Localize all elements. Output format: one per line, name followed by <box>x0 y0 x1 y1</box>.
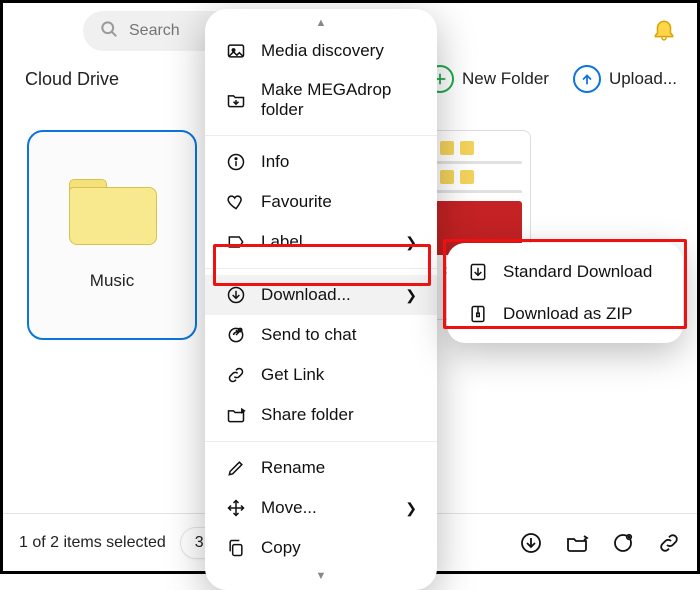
chevron-right-icon: ❯ <box>405 287 417 304</box>
menu-send-to-chat[interactable]: Send to chat <box>205 315 437 355</box>
scroll-down-icon[interactable]: ▼ <box>205 568 437 584</box>
menu-label: Send to chat <box>261 325 356 345</box>
pencil-icon <box>225 457 247 479</box>
menu-label: Info <box>261 152 289 172</box>
upload-icon <box>573 65 601 93</box>
new-folder-label: New Folder <box>462 69 549 89</box>
selection-status: 1 of 2 items selected <box>19 534 166 552</box>
menu-label: Move... <box>261 498 317 518</box>
menu-move[interactable]: Move... ❯ <box>205 488 437 528</box>
breadcrumb[interactable]: Cloud Drive <box>25 69 119 90</box>
menu-label: Label... <box>261 232 317 252</box>
heart-icon <box>225 191 247 213</box>
sb-link-icon[interactable] <box>657 531 681 555</box>
menu-favourite[interactable]: Favourite <box>205 182 437 222</box>
download-file-icon <box>467 261 489 283</box>
menu-media-discovery[interactable]: Media discovery <box>205 31 437 71</box>
sb-download-icon[interactable] <box>519 531 543 555</box>
copy-icon <box>225 537 247 559</box>
move-icon <box>225 497 247 519</box>
submenu-standard-download[interactable]: Standard Download <box>455 251 675 293</box>
link-icon <box>225 364 247 386</box>
folder-tile-music[interactable]: Music <box>27 130 197 340</box>
new-folder-button[interactable]: New Folder <box>426 65 549 93</box>
submenu-download-zip[interactable]: Download as ZIP <box>455 293 675 335</box>
folder-label: Music <box>90 271 134 291</box>
context-menu: ▲ Media discovery Make MEGAdrop folder I… <box>205 9 437 590</box>
download-submenu: Standard Download Download as ZIP <box>447 243 683 343</box>
chevron-right-icon: ❯ <box>405 500 417 517</box>
sb-share-folder-icon[interactable] <box>565 531 589 555</box>
sb-chat-icon[interactable] <box>611 531 635 555</box>
menu-label: Rename <box>261 458 325 478</box>
chat-arrow-icon <box>225 324 247 346</box>
upload-button[interactable]: Upload... <box>573 65 677 93</box>
share-folder-icon <box>225 404 247 426</box>
folder-icon <box>69 179 155 243</box>
menu-copy[interactable]: Copy <box>205 528 437 568</box>
menu-download[interactable]: Download... ❯ <box>205 275 437 315</box>
bell-icon[interactable] <box>651 16 677 47</box>
label-icon <box>225 231 247 253</box>
upload-label: Upload... <box>609 69 677 89</box>
menu-label-submenu[interactable]: Label... ❯ <box>205 222 437 262</box>
menu-label: Media discovery <box>261 41 384 61</box>
menu-get-link[interactable]: Get Link <box>205 355 437 395</box>
submenu-label: Standard Download <box>503 262 652 282</box>
zip-file-icon <box>467 303 489 325</box>
menu-share-folder[interactable]: Share folder <box>205 395 437 435</box>
submenu-label: Download as ZIP <box>503 304 632 324</box>
menu-rename[interactable]: Rename <box>205 448 437 488</box>
menu-make-megadrop[interactable]: Make MEGAdrop folder <box>205 71 437 129</box>
info-icon <box>225 151 247 173</box>
search-icon <box>99 19 119 44</box>
menu-label: Download... <box>261 285 351 305</box>
chevron-right-icon: ❯ <box>405 234 417 251</box>
image-icon <box>225 40 247 62</box>
menu-label: Get Link <box>261 365 324 385</box>
menu-label: Share folder <box>261 405 354 425</box>
menu-info[interactable]: Info <box>205 142 437 182</box>
menu-label: Make MEGAdrop folder <box>261 80 417 120</box>
scroll-up-icon[interactable]: ▲ <box>205 15 437 31</box>
megadrop-icon <box>225 89 247 111</box>
download-icon <box>225 284 247 306</box>
menu-label: Copy <box>261 538 301 558</box>
menu-label: Favourite <box>261 192 332 212</box>
